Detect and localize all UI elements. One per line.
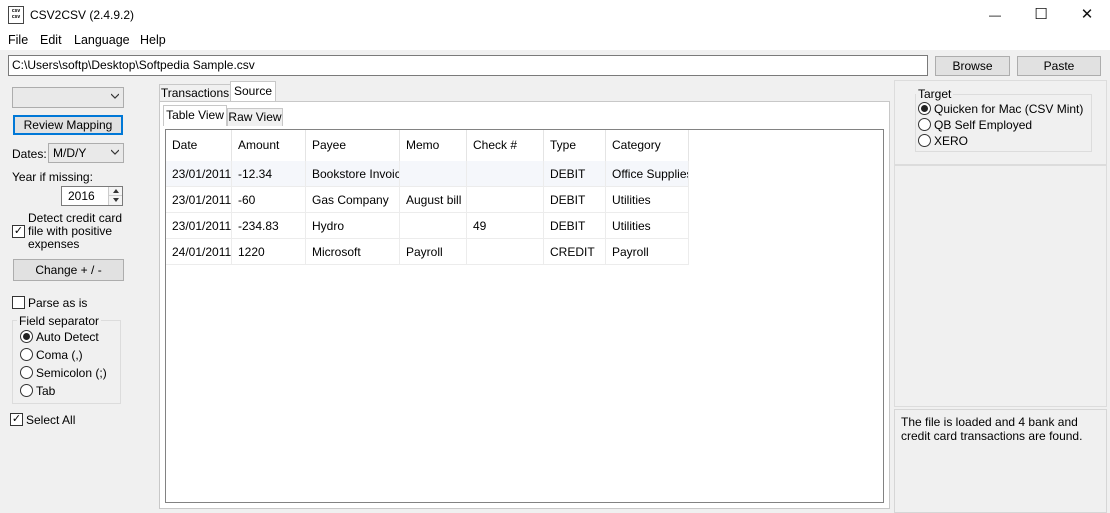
table-cell[interactable]: Gas Company	[306, 187, 400, 213]
target-xero-label: XERO	[934, 134, 969, 148]
chevron-down-icon	[111, 149, 119, 155]
separator-tab-label: Tab	[36, 384, 56, 398]
table-cell[interactable]: -234.83	[232, 213, 306, 239]
table-cell[interactable]: Utilities	[606, 213, 689, 239]
target-quicken-label: Quicken for Mac (CSV Mint)	[934, 102, 1084, 116]
menu-bar	[0, 30, 1110, 50]
table-cell[interactable]: CREDIT	[544, 239, 606, 265]
separator-semicolon-radio[interactable]	[20, 366, 33, 379]
title-bar	[0, 0, 1110, 30]
table-cell[interactable]: -60	[232, 187, 306, 213]
table-cell[interactable]: Office Supplies	[606, 161, 689, 187]
parse-as-is-label: Parse as is	[28, 296, 88, 310]
maximize-button[interactable]: ☐	[1018, 0, 1064, 30]
parse-as-is-checkbox[interactable]	[12, 296, 25, 309]
table-cell[interactable]: Utilities	[606, 187, 689, 213]
paste-button[interactable]: Paste	[1017, 56, 1101, 76]
arrow-down-icon	[113, 198, 119, 202]
minimize-button[interactable]: —	[972, 0, 1018, 30]
table-cell[interactable]: Bookstore Invoice	[306, 161, 400, 187]
spinner-down-button[interactable]	[108, 196, 122, 205]
menu-edit[interactable]: Edit	[40, 33, 62, 47]
field-separator-title: Field separator	[17, 314, 102, 328]
table-cell[interactable]: DEBIT	[544, 213, 606, 239]
column-header-check[interactable]: Check #	[467, 130, 544, 161]
table-cell[interactable]	[400, 213, 467, 239]
options-panel	[894, 165, 1107, 407]
year-spinner[interactable]: 2016	[61, 186, 123, 206]
table-cell[interactable]: Hydro	[306, 213, 400, 239]
select-all-label: Select All	[26, 413, 76, 427]
close-icon: ✕	[1080, 6, 1094, 23]
dates-format-select[interactable]: M/D/Y	[48, 143, 124, 163]
minimize-icon: —	[989, 8, 1001, 22]
target-xero-radio[interactable]	[918, 134, 931, 147]
table-cell[interactable]: Payroll	[400, 239, 467, 265]
table-cell[interactable]: Microsoft	[306, 239, 400, 265]
table-cell[interactable]	[467, 239, 544, 265]
window-title: CSV2CSV (2.4.9.2)	[30, 8, 135, 22]
table-cell[interactable]: DEBIT	[544, 161, 606, 187]
column-header-amount[interactable]: Amount	[232, 130, 306, 161]
target-qb-label: QB Self Employed	[934, 118, 1033, 132]
table-cell[interactable]	[467, 161, 544, 187]
table-cell[interactable]: 23/01/2011	[166, 187, 232, 213]
table-cell[interactable]: 24/01/2011	[166, 239, 232, 265]
check-icon: ✓	[11, 413, 22, 425]
browse-button[interactable]: Browse	[935, 56, 1010, 76]
select-all-checkbox[interactable]: ✓	[10, 413, 23, 426]
dates-format-value: M/D/Y	[53, 146, 87, 160]
table-cell[interactable]: August bill	[400, 187, 467, 213]
tab-transactions[interactable]: Transactions	[159, 84, 231, 102]
column-header-category[interactable]: Category	[606, 130, 689, 161]
tab-table-view[interactable]: Table View	[163, 105, 227, 126]
separator-auto-radio[interactable]	[20, 330, 33, 343]
check-icon: ✓	[13, 225, 24, 237]
file-path-input[interactable]: C:\Users\softp\Desktop\Softpedia Sample.…	[8, 55, 928, 76]
app-icon-text: csv csv	[11, 8, 21, 20]
spinner-up-button[interactable]	[108, 187, 122, 196]
target-title: Target	[916, 87, 954, 101]
separator-auto-label: Auto Detect	[36, 330, 99, 344]
detect-credit-card-label: Detect credit card file with positive ex…	[28, 211, 123, 251]
column-header-type[interactable]: Type	[544, 130, 606, 161]
dates-label: Dates:	[12, 147, 47, 161]
change-sign-button[interactable]: Change + / -	[13, 259, 124, 281]
table-cell[interactable]: DEBIT	[544, 187, 606, 213]
year-value: 2016	[68, 189, 95, 203]
close-button[interactable]: ✕	[1064, 0, 1110, 30]
transactions-table[interactable]: Date Amount Payee Memo Check # Type Cate…	[165, 129, 884, 503]
maximize-icon: ☐	[1034, 6, 1048, 23]
column-header-payee[interactable]: Payee	[306, 130, 400, 161]
year-missing-label: Year if missing:	[12, 170, 93, 184]
separator-comma-label: Coma (,)	[36, 348, 83, 362]
table-cell[interactable]: 23/01/2011	[166, 213, 232, 239]
tab-raw-view[interactable]: Raw View	[227, 108, 283, 126]
table-cell[interactable]: Payroll	[606, 239, 689, 265]
column-header-memo[interactable]: Memo	[400, 130, 467, 161]
table-cell[interactable]: -12.34	[232, 161, 306, 187]
review-mapping-button[interactable]: Review Mapping	[13, 115, 123, 135]
table-cell[interactable]	[467, 187, 544, 213]
menu-help[interactable]: Help	[140, 33, 166, 47]
mapping-combo[interactable]	[12, 87, 124, 108]
table-cell[interactable]	[400, 161, 467, 187]
target-qb-radio[interactable]	[918, 118, 931, 131]
target-quicken-radio[interactable]	[918, 102, 931, 115]
tab-source[interactable]: Source	[230, 81, 276, 102]
table-cell[interactable]: 23/01/2011	[166, 161, 232, 187]
separator-comma-radio[interactable]	[20, 348, 33, 361]
separator-tab-radio[interactable]	[20, 384, 33, 397]
menu-language[interactable]: Language	[74, 33, 130, 47]
table-cell[interactable]: 1220	[232, 239, 306, 265]
status-message: The file is loaded and 4 bank and credit…	[894, 409, 1107, 513]
separator-semicolon-label: Semicolon (;)	[36, 366, 107, 380]
menu-file[interactable]: File	[8, 33, 28, 47]
app-icon: csv csv	[8, 6, 24, 24]
detect-credit-card-checkbox[interactable]: ✓	[12, 225, 25, 238]
arrow-up-icon	[113, 189, 119, 193]
chevron-down-icon	[111, 93, 119, 99]
table-cell[interactable]: 49	[467, 213, 544, 239]
column-header-date[interactable]: Date	[166, 130, 232, 161]
